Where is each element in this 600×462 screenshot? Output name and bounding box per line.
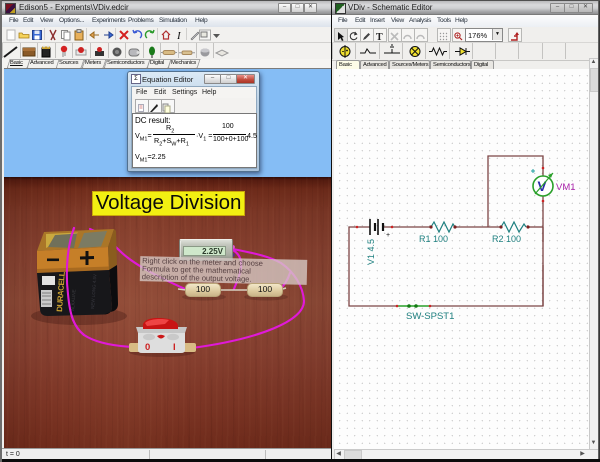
svg-text:0: 0 — [145, 342, 150, 353]
svg-text:R1 100: R1 100 — [419, 234, 448, 244]
svg-text:R2 100: R2 100 — [492, 234, 521, 244]
svg-text:SW-SPST1: SW-SPST1 — [406, 311, 454, 322]
svg-text:+: + — [386, 232, 390, 239]
svg-text:T: T — [376, 32, 383, 42]
svg-text:V1 4.5: V1 4.5 — [366, 239, 376, 265]
svg-text:VM1: VM1 — [556, 182, 576, 193]
svg-text:I: I — [173, 342, 176, 353]
svg-text:I: I — [176, 30, 182, 41]
